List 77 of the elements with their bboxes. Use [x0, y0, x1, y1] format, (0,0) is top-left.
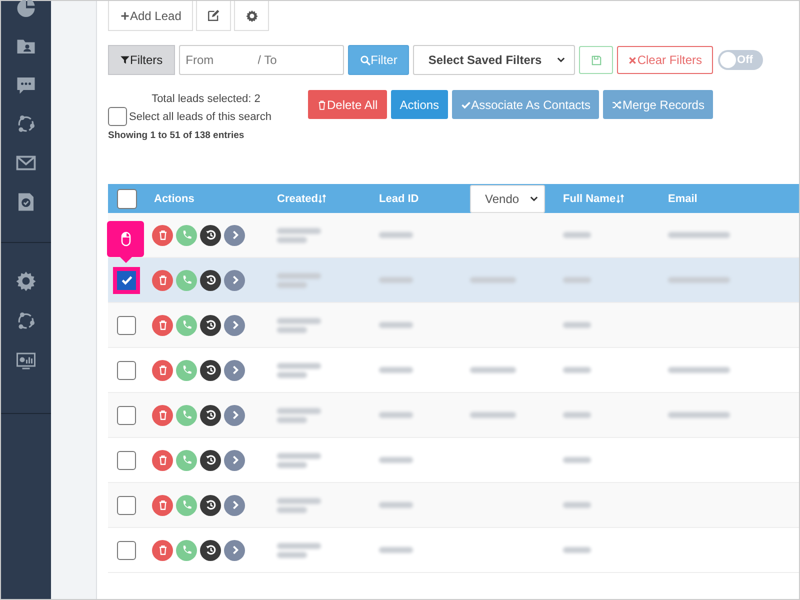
filters-button[interactable]: Filters — [108, 45, 175, 75]
row-checkbox[interactable] — [117, 316, 136, 334]
trash-button[interactable] — [152, 450, 173, 470]
trash-button[interactable] — [152, 360, 173, 380]
row-checkbox[interactable] — [117, 360, 136, 380]
trash-button[interactable] — [152, 494, 173, 516]
row-checkbox[interactable] — [113, 266, 140, 294]
search-icon — [360, 54, 371, 66]
history-button[interactable] — [200, 494, 221, 516]
nodes-icon[interactable] — [16, 311, 36, 331]
header-checkbox[interactable] — [116, 188, 136, 208]
actions-button[interactable]: Actions — [390, 90, 448, 119]
history-button[interactable] — [200, 224, 221, 246]
select-all-label: Select all leads of this search — [129, 110, 272, 122]
check-icon — [461, 100, 472, 110]
history-icon — [204, 543, 218, 557]
envelope-icon[interactable] — [16, 153, 36, 173]
shuffle-icon — [612, 100, 622, 110]
history-button[interactable] — [200, 540, 221, 560]
pie-chart-icon[interactable] — [16, 0, 36, 17]
edit-button[interactable] — [196, 1, 232, 31]
check-document-icon[interactable] — [16, 192, 36, 212]
sort-icon — [616, 194, 625, 204]
save-button[interactable] — [579, 46, 614, 74]
history-icon — [204, 363, 218, 377]
row-checkbox[interactable] — [117, 450, 136, 470]
nodes-icon[interactable] — [16, 114, 36, 134]
row-checkbox[interactable] — [117, 406, 136, 424]
history-button[interactable] — [200, 404, 221, 426]
merge-records-button[interactable]: Merge Records — [603, 90, 714, 119]
history-icon — [204, 498, 218, 512]
column-header: Email — [668, 192, 698, 204]
sort-icon — [318, 194, 327, 204]
history-button[interactable] — [200, 450, 221, 470]
saved-filters-dropdown[interactable]: Select Saved Filters — [413, 45, 576, 75]
entries-count-text: Showing 1 to 51 of 138 entries — [108, 130, 246, 141]
associate-contacts-button[interactable]: Associate As Contacts — [452, 90, 600, 119]
delete-all-button[interactable]: Delete All — [308, 90, 387, 119]
gear-icon — [246, 10, 258, 22]
chevron-down-icon — [529, 194, 539, 204]
chevron-down-icon — [556, 55, 566, 65]
trash-icon — [317, 100, 327, 110]
history-icon — [204, 453, 218, 467]
plus-icon — [120, 10, 130, 20]
history-icon — [204, 228, 218, 242]
column-header[interactable]: Full Name — [563, 192, 625, 204]
monitor-chart-icon[interactable] — [16, 351, 36, 371]
history-button[interactable] — [200, 270, 221, 290]
select-all-checkbox[interactable] — [108, 107, 127, 126]
settings-button[interactable] — [234, 1, 270, 31]
column-header: Lead ID — [379, 192, 419, 204]
add-lead-button[interactable]: Add Lead — [108, 1, 194, 31]
vendor-dropdown[interactable]: Vendo — [470, 184, 545, 212]
gear-icon[interactable] — [16, 271, 36, 291]
selected-count-text: Total leads selected: 2 — [152, 93, 260, 105]
filter-button[interactable]: Filter — [348, 45, 410, 75]
column-header[interactable]: Created — [277, 192, 327, 204]
trash-button[interactable] — [152, 270, 173, 290]
clear-filters-button[interactable]: Clear Filters — [617, 46, 714, 74]
history-button[interactable] — [200, 360, 221, 380]
trash-button[interactable] — [152, 314, 173, 336]
history-icon — [204, 318, 218, 332]
row-checkbox[interactable] — [117, 496, 136, 514]
trash-button[interactable] — [152, 224, 173, 246]
history-button[interactable] — [200, 314, 221, 336]
edit-icon — [207, 9, 220, 22]
column-header: Actions — [154, 192, 194, 204]
history-icon — [204, 273, 218, 287]
trash-button[interactable] — [152, 540, 173, 560]
close-icon — [628, 56, 638, 64]
off-toggle[interactable]: Off — [718, 50, 764, 70]
row-checkbox[interactable] — [117, 540, 136, 560]
table-row[interactable] — [108, 258, 799, 303]
trash-button[interactable] — [152, 404, 173, 426]
chat-icon[interactable] — [16, 75, 36, 95]
history-icon — [204, 408, 218, 422]
funnel-icon — [120, 55, 130, 65]
